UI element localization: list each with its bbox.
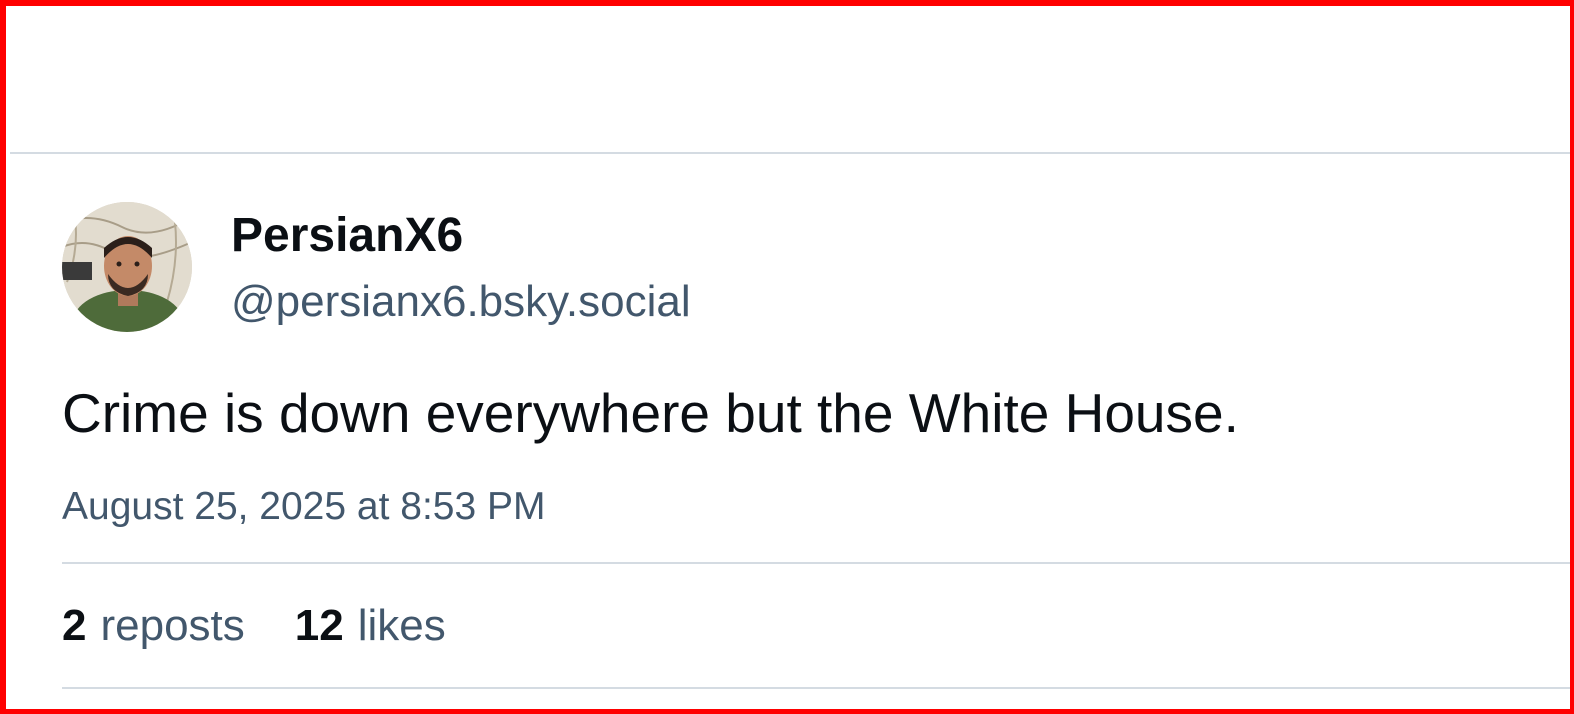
post-timestamp[interactable]: August 25, 2025 at 8:53 PM [62,482,546,532]
likes-label: likes [357,601,446,650]
likes-stat[interactable]: 12 likes [295,598,446,654]
screenshot-frame: PersianX6 @persianx6.bsky.social Crime i… [0,0,1574,714]
top-divider [10,152,1570,154]
engagement-stats: 2 reposts 12 likes [62,598,446,654]
author-handle[interactable]: @persianx6.bsky.social [231,274,691,330]
divider [62,687,1570,689]
avatar-photo-icon [62,202,192,332]
author-display-name[interactable]: PersianX6 [231,206,463,266]
reposts-stat[interactable]: 2 reposts [62,598,245,654]
post-text: Crime is down everywhere but the White H… [62,382,1239,444]
divider [62,562,1570,564]
reposts-label: reposts [100,601,245,650]
reposts-count: 2 [62,601,87,650]
avatar[interactable] [62,202,192,332]
likes-count: 12 [294,601,344,650]
